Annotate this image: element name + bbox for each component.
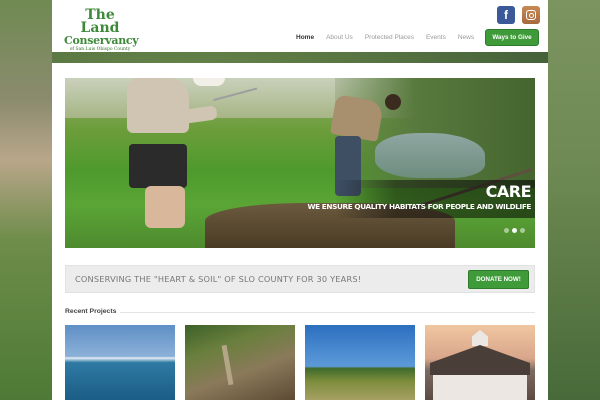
nav-item-protected-places[interactable]: Protected Places xyxy=(359,34,420,46)
volunteer-1-hat xyxy=(193,78,225,86)
nav-item-news[interactable]: News xyxy=(452,34,480,46)
volunteer-1-legs xyxy=(145,186,185,228)
slider-dot-2[interactable] xyxy=(512,228,517,233)
project-thumbnail-barn[interactable] xyxy=(425,325,535,400)
slider-dot-1[interactable] xyxy=(504,228,509,233)
hero-title: CARE xyxy=(485,182,532,201)
project-thumbnail-coastline[interactable] xyxy=(65,325,175,400)
site-header: The Land Conservancy of San Luis Obispo … xyxy=(52,0,548,52)
barn-wall xyxy=(433,375,527,400)
volunteer-1-shorts xyxy=(129,144,187,188)
logo-line-3: of San Luis Obispo County xyxy=(69,47,131,52)
logo-line-1: The Land xyxy=(80,7,120,36)
facebook-icon[interactable]: f xyxy=(497,6,515,24)
barn-roof xyxy=(430,345,530,375)
volunteer-2-head xyxy=(385,94,401,110)
nav-item-home[interactable]: Home xyxy=(290,34,320,46)
background-blur-left xyxy=(0,0,52,400)
site-logo[interactable]: The Land Conservancy of San Luis Obispo … xyxy=(64,7,139,52)
ways-to-give-button[interactable]: Ways to Give xyxy=(485,29,539,46)
donate-now-button[interactable]: DONATE NOW! xyxy=(468,270,529,289)
nav-item-about-us[interactable]: About Us xyxy=(320,34,359,46)
facebook-glyph: f xyxy=(504,8,508,22)
barn-cupola xyxy=(472,330,488,346)
instagram-lens xyxy=(528,12,534,18)
logo-line-2: Conservancy xyxy=(64,34,139,47)
main-content: CARE WE ENSURE QUALITY HABITATS FOR PEOP… xyxy=(52,63,548,400)
main-nav: Home About Us Protected Places Events Ne… xyxy=(290,34,480,46)
project-thumbnail-meadow[interactable] xyxy=(305,325,415,400)
nav-item-events[interactable]: Events xyxy=(420,34,452,46)
hero-slider[interactable]: CARE WE ENSURE QUALITY HABITATS FOR PEOP… xyxy=(65,78,535,248)
page: The Land Conservancy of San Luis Obispo … xyxy=(52,0,548,400)
background-blur-right xyxy=(548,0,600,400)
recent-projects-divider xyxy=(120,312,535,313)
recent-projects-heading: Recent Projects xyxy=(65,308,117,315)
hero-creek xyxy=(375,133,485,178)
hero-subtitle: WE ENSURE QUALITY HABITATS FOR PEOPLE AN… xyxy=(307,202,531,211)
callout-banner: CONSERVING THE "HEART & SOIL" OF SLO COU… xyxy=(65,265,535,293)
instagram-icon[interactable] xyxy=(522,6,540,24)
volunteer-1-shirt xyxy=(127,78,189,133)
fence-post xyxy=(221,344,234,386)
project-thumbnail-fence-brush[interactable] xyxy=(185,325,295,400)
slider-dots xyxy=(504,228,525,233)
slider-dot-3[interactable] xyxy=(520,228,525,233)
callout-text: CONSERVING THE "HEART & SOIL" OF SLO COU… xyxy=(75,274,362,284)
